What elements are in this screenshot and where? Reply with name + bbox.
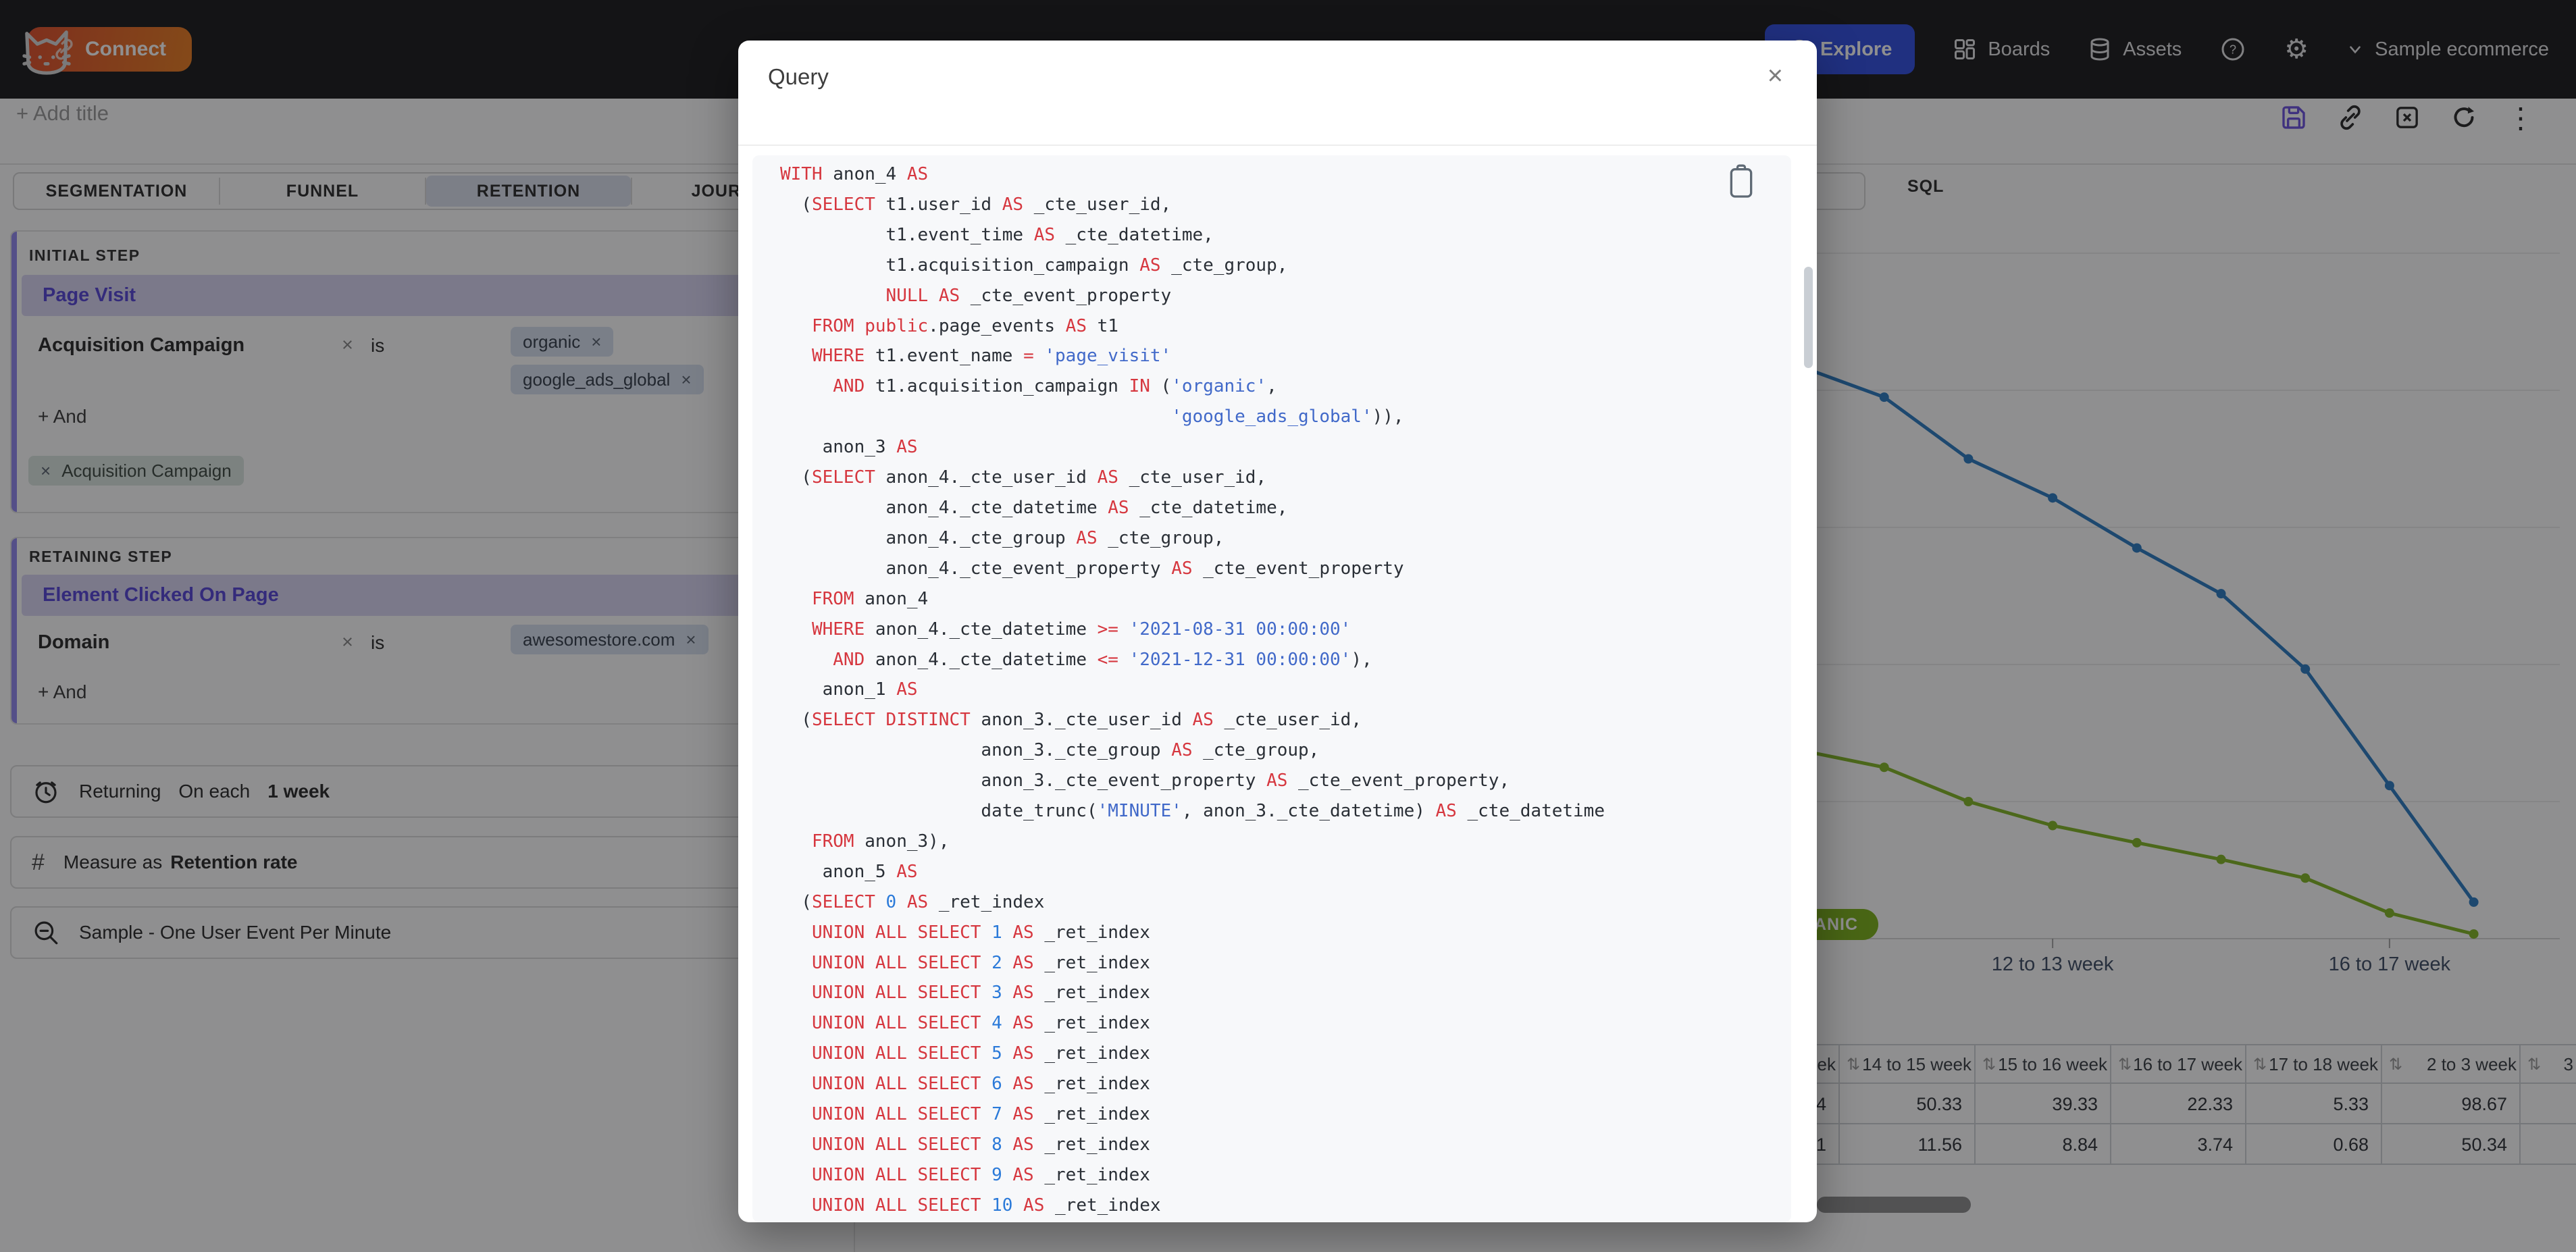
code-line: UNION ALL SELECT 5 AS _ret_index: [811, 1043, 1150, 1064]
code-line: UNION ALL SELECT 4 AS _ret_index: [811, 1013, 1150, 1034]
modal-scrollbar-thumb[interactable]: [1804, 267, 1813, 368]
code-line: AND t1.acquisition_campaign IN ('organic…: [833, 376, 1277, 397]
code-line: WITH anon_4 AS: [780, 164, 929, 184]
code-line: anon_5 AS: [780, 861, 918, 882]
copy-icon[interactable]: [1726, 164, 1756, 199]
app-root: Connect Explore Boards Assets ? ⚙ Sample…: [0, 0, 2576, 1252]
close-icon[interactable]: ×: [1768, 62, 1783, 89]
code-line: FROM anon_4: [811, 588, 929, 609]
code-line: t1.acquisition_campaign AS _cte_group,: [780, 255, 1288, 276]
code-line: FROM anon_3),: [811, 831, 950, 852]
sql-code: WITH anon_4 AS (SELECT t1.user_id AS _ct…: [780, 159, 1605, 1222]
code-line: anon_4._cte_event_property AS _cte_event…: [780, 558, 1404, 579]
code-line: WHERE t1.event_name = 'page_visit': [811, 346, 1172, 367]
code-line: UNION ALL SELECT 3 AS _ret_index: [811, 983, 1150, 1003]
code-line: anon_4._cte_group AS _cte_group,: [780, 527, 1225, 548]
code-line: anon_3._cte_event_property AS _cte_event…: [780, 771, 1510, 791]
code-line: UNION ALL SELECT 11 AS _ret_index: [780, 1221, 1605, 1222]
code-line: UNION ALL SELECT 10 AS _ret_index: [811, 1195, 1161, 1216]
code-line: UNION ALL SELECT 8 AS _ret_index: [811, 1134, 1150, 1155]
code-line: UNION ALL SELECT 2 AS _ret_index: [811, 952, 1150, 973]
modal-title: Query: [768, 64, 829, 89]
code-line: (SELECT anon_4._cte_user_id AS _cte_user…: [780, 467, 1267, 488]
code-line: anon_3._cte_group AS _cte_group,: [780, 740, 1320, 761]
code-line: t1.event_time AS _cte_datetime,: [780, 224, 1214, 245]
code-line: FROM public.page_events AS t1: [811, 315, 1118, 336]
code-line: AND anon_4._cte_datetime <= '2021-12-31 …: [833, 649, 1372, 670]
code-line: anon_3 AS: [780, 437, 918, 458]
code-line: UNION ALL SELECT 9 AS _ret_index: [811, 1164, 1150, 1185]
code-line: anon_4._cte_datetime AS _cte_datetime,: [780, 497, 1288, 518]
code-line: date_trunc('MINUTE', anon_3._cte_datetim…: [780, 801, 1605, 822]
code-line: WHERE anon_4._cte_datetime >= '2021-08-3…: [811, 619, 1351, 640]
query-modal: Query × WITH anon_4 AS (SELECT t1.user_i…: [738, 41, 1817, 1222]
code-line: UNION ALL SELECT 7 AS _ret_index: [811, 1104, 1150, 1125]
code-line: UNION ALL SELECT 6 AS _ret_index: [811, 1074, 1150, 1095]
code-line: NULL AS _cte_event_property: [885, 285, 1172, 306]
code-line: (SELECT DISTINCT anon_3._cte_user_id AS …: [780, 710, 1362, 731]
modal-header-divider: [738, 145, 1817, 146]
code-line: (SELECT 0 AS _ret_index: [780, 891, 1045, 912]
sql-code-panel: WITH anon_4 AS (SELECT t1.user_id AS _ct…: [752, 155, 1791, 1222]
code-line: 'google_ads_global')),: [1171, 407, 1404, 427]
code-line: (SELECT t1.user_id AS _cte_user_id,: [780, 194, 1172, 215]
code-line: anon_1 AS: [780, 679, 918, 700]
code-line: UNION ALL SELECT 1 AS _ret_index: [811, 922, 1150, 943]
